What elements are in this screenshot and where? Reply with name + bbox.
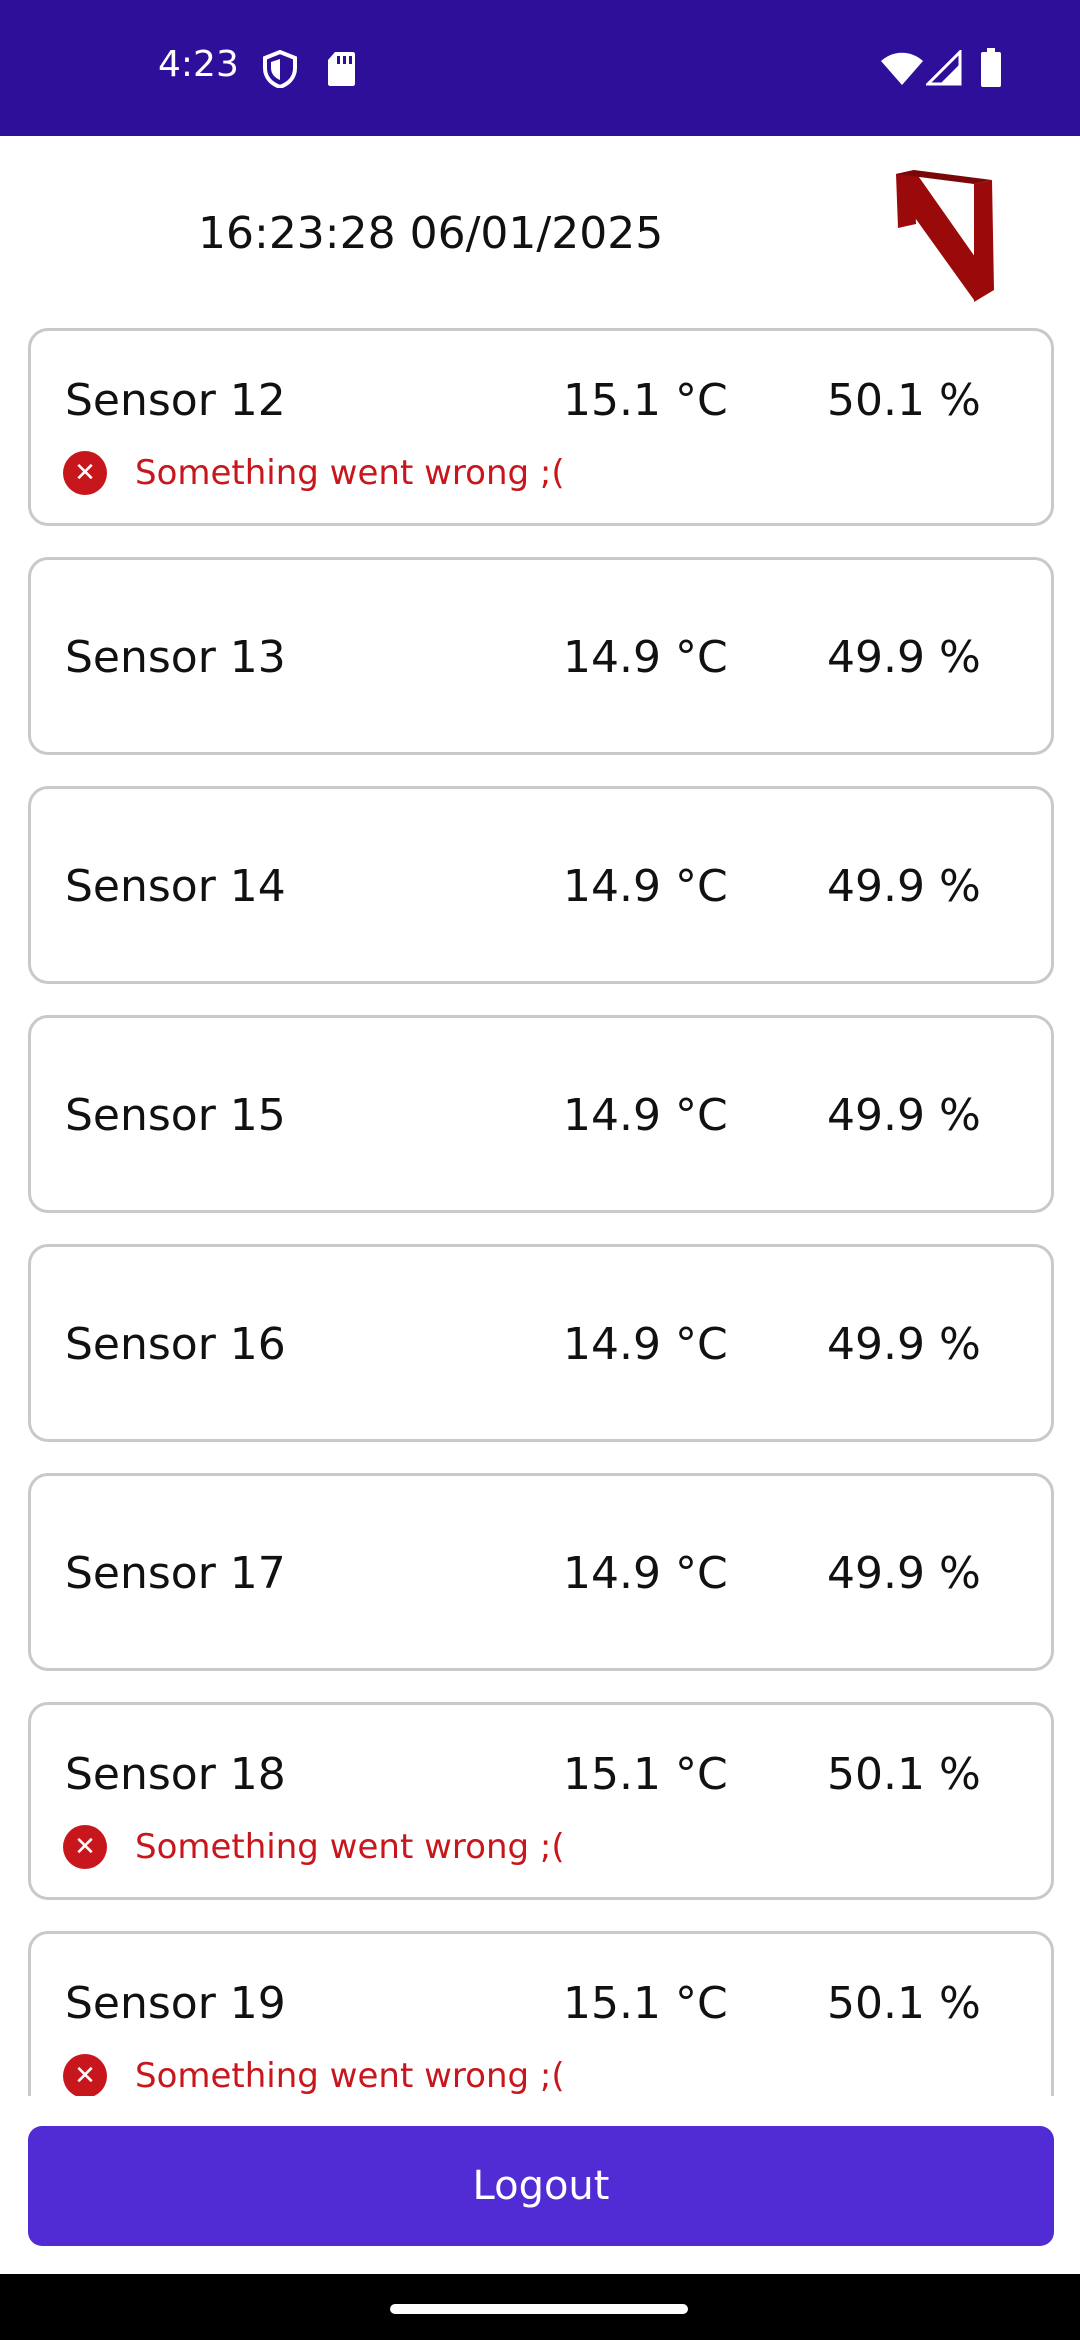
sensor-name: Sensor 13: [65, 632, 286, 683]
status-time: 4:23: [158, 44, 239, 85]
sd-card-icon: [326, 50, 356, 92]
error-row: ✕ Something went wrong ;(: [63, 449, 565, 497]
battery-icon: [980, 48, 1002, 92]
signal-icon: [924, 48, 962, 90]
shield-icon: [262, 49, 298, 92]
sensor-name: Sensor 18: [65, 1749, 286, 1800]
sensor-card[interactable]: Sensor 15 14.9 °C 49.9 %: [28, 1015, 1054, 1213]
sensor-temperature: 14.9 °C: [563, 1548, 728, 1599]
sensor-temperature: 14.9 °C: [563, 1090, 728, 1141]
sensor-name: Sensor 16: [65, 1319, 286, 1370]
sensor-humidity: 50.1 %: [827, 375, 981, 426]
sensor-card[interactable]: Sensor 17 14.9 °C 49.9 %: [28, 1473, 1054, 1671]
sensor-humidity: 49.9 %: [827, 1319, 981, 1370]
sensor-humidity: 50.1 %: [827, 1749, 981, 1800]
error-message: Something went wrong ;(: [135, 453, 565, 493]
sensor-temperature: 15.1 °C: [563, 1749, 728, 1800]
error-message: Something went wrong ;(: [135, 2056, 565, 2096]
sensor-humidity: 49.9 %: [827, 632, 981, 683]
error-message: Something went wrong ;(: [135, 1827, 565, 1867]
sensor-name: Sensor 15: [65, 1090, 286, 1141]
sensor-temperature: 14.9 °C: [563, 861, 728, 912]
sensor-humidity: 49.9 %: [827, 861, 981, 912]
current-datetime: 16:23:28 06/01/2025: [198, 208, 664, 259]
sensor-humidity: 49.9 %: [827, 1548, 981, 1599]
header: 16:23:28 06/01/2025: [0, 136, 1080, 326]
logout-button[interactable]: Logout: [28, 2126, 1054, 2246]
sensor-name: Sensor 19: [65, 1978, 286, 2029]
sensor-humidity: 50.1 %: [827, 1978, 981, 2029]
sensor-temperature: 14.9 °C: [563, 1319, 728, 1370]
error-row: ✕ Something went wrong ;(: [63, 1823, 565, 1871]
sensor-card[interactable]: Sensor 13 14.9 °C 49.9 %: [28, 557, 1054, 755]
sensor-card[interactable]: Sensor 14 14.9 °C 49.9 %: [28, 786, 1054, 984]
sensor-temperature: 15.1 °C: [563, 1978, 728, 2029]
error-row: ✕ Something went wrong ;(: [63, 2052, 565, 2096]
sensor-list[interactable]: Sensor 12 15.1 °C 50.1 % ✕ Something wen…: [0, 326, 1080, 2096]
sensor-card[interactable]: Sensor 16 14.9 °C 49.9 %: [28, 1244, 1054, 1442]
navigation-bar: [0, 2274, 1080, 2340]
status-bar: 4:23: [0, 0, 1080, 136]
home-indicator[interactable]: [390, 2304, 688, 2314]
sensor-name: Sensor 14: [65, 861, 286, 912]
n-logo-icon: [894, 166, 996, 306]
sensor-name: Sensor 12: [65, 375, 286, 426]
sensor-temperature: 14.9 °C: [563, 632, 728, 683]
sensor-humidity: 49.9 %: [827, 1090, 981, 1141]
wifi-icon: [880, 52, 924, 90]
sensor-temperature: 15.1 °C: [563, 375, 728, 426]
sensor-card[interactable]: Sensor 18 15.1 °C 50.1 % ✕ Something wen…: [28, 1702, 1054, 1900]
close-circle-icon: ✕: [63, 451, 107, 495]
close-circle-icon: ✕: [63, 1825, 107, 1869]
sensor-card[interactable]: Sensor 12 15.1 °C 50.1 % ✕ Something wen…: [28, 328, 1054, 526]
sensor-card[interactable]: Sensor 19 15.1 °C 50.1 % ✕ Something wen…: [28, 1931, 1054, 2096]
sensor-name: Sensor 17: [65, 1548, 286, 1599]
close-circle-icon: ✕: [63, 2054, 107, 2096]
